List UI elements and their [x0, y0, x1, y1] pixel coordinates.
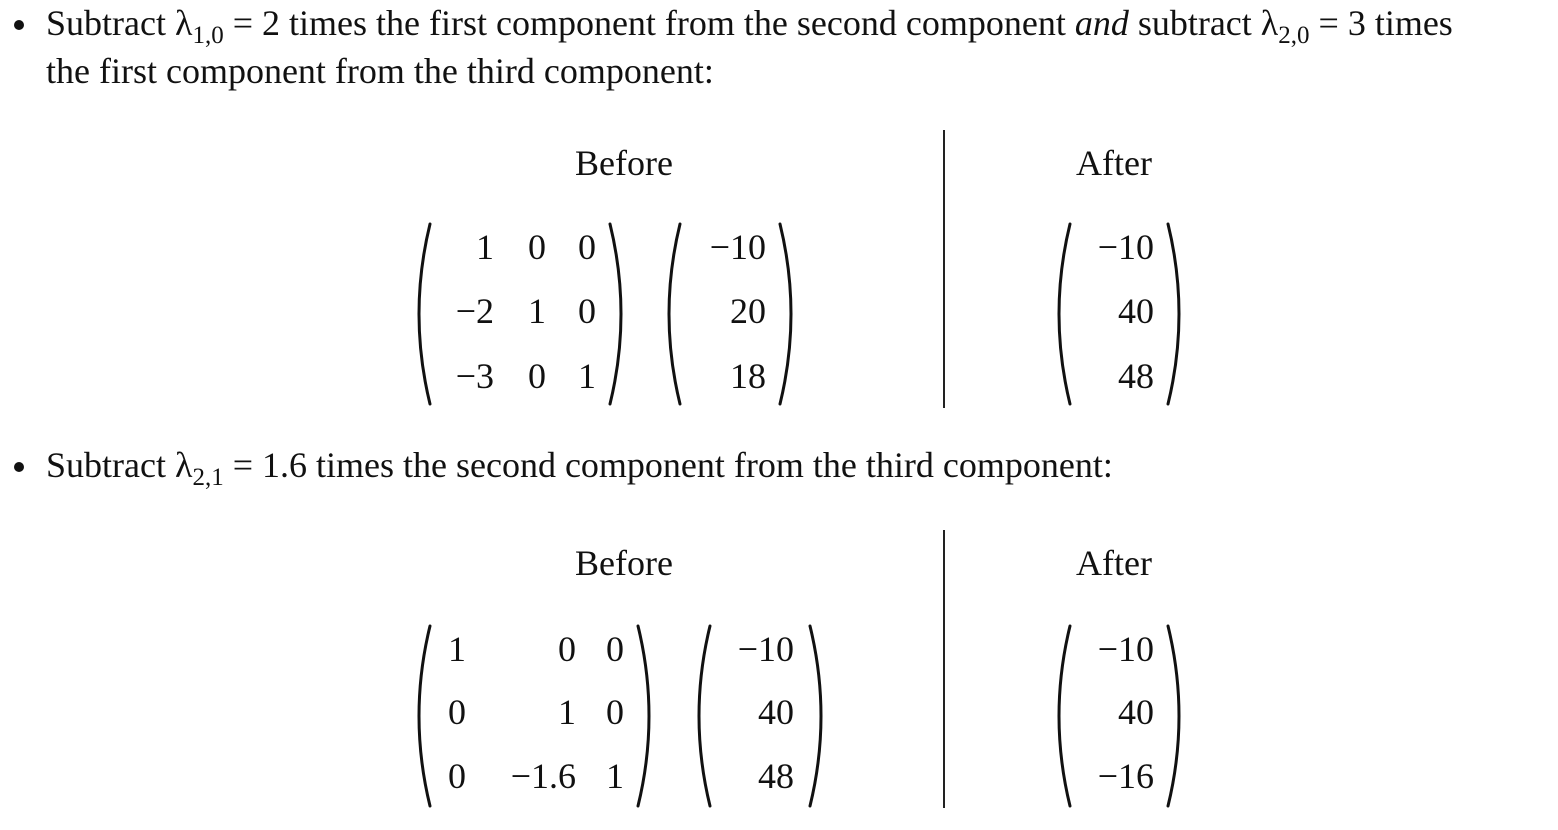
- step2-matrix-cell: 0: [558, 629, 576, 669]
- bullet-1: [14, 20, 24, 30]
- step1-vector-after-cell: −10: [1097, 227, 1154, 267]
- lambda-symbol: λ: [174, 3, 193, 43]
- step2-vector-after-cell: 40: [1118, 692, 1154, 732]
- step2-divider: [943, 530, 945, 808]
- step1-matrix-left-paren: [417, 222, 432, 406]
- lambda-symbol: λ: [174, 445, 193, 485]
- step1-and-word: and: [1074, 3, 1129, 43]
- step1-matrix-cell: 1: [476, 227, 494, 267]
- step2-vector-before-cell: 40: [758, 692, 794, 732]
- step1-text-b: = 2 times the first component from the s…: [223, 3, 1075, 43]
- step2-matrix-cell: 1: [558, 692, 576, 732]
- step1-matrix-right-paren: [608, 222, 623, 406]
- step2-matrix-cell: 0: [448, 756, 466, 796]
- step2-vector-before-cell: 48: [758, 756, 794, 796]
- lambda-subscript-2-1: 2,1: [192, 464, 224, 491]
- step2-vector-before-right-paren: [808, 624, 823, 808]
- step1-vector-after-right-paren: [1166, 222, 1181, 406]
- step2-matrix-cell: 1: [606, 756, 624, 796]
- step1-after-label: After: [1076, 143, 1152, 183]
- step1-text-a: Subtract: [46, 3, 175, 43]
- lambda-subscript-2-0: 2,0: [1278, 22, 1310, 49]
- step2-vector-before-cell: −10: [737, 629, 794, 669]
- step1-vector-after-cell: 48: [1118, 356, 1154, 396]
- step2-matrix-cell: −1.6: [510, 756, 576, 796]
- lambda-subscript-1-0: 1,0: [192, 22, 224, 49]
- step1-vector-before-cell: 20: [730, 291, 766, 331]
- step2-before-label: Before: [575, 543, 673, 583]
- step2-matrix-right-paren: [636, 624, 651, 808]
- step1-vector-after-left-paren: [1057, 222, 1072, 406]
- step1-matrix-cell: 1: [528, 291, 546, 331]
- step1-matrix-cell: −3: [455, 356, 494, 396]
- step1-matrix-cell: 0: [528, 227, 546, 267]
- bullet-2: [14, 462, 24, 472]
- step1-matrix-cell: −2: [455, 291, 494, 331]
- step1-vector-after-cell: 40: [1118, 291, 1154, 331]
- step2-matrix-cell: 0: [606, 692, 624, 732]
- step2-matrix-cell: 0: [606, 629, 624, 669]
- step1-vector-before-right-paren: [778, 222, 793, 406]
- step1-vector-before-left-paren: [667, 222, 682, 406]
- step2-matrix-cell: 1: [448, 629, 466, 669]
- step1-matrix-cell: 0: [578, 227, 596, 267]
- step2-text-a: Subtract: [46, 445, 175, 485]
- step2-vector-before-left-paren: [697, 624, 712, 808]
- step1-matrix-cell: 0: [528, 356, 546, 396]
- step2-vector-after-left-paren: [1057, 624, 1072, 808]
- step1-text-c: subtract: [1128, 3, 1261, 43]
- step2-vector-after-cell: −16: [1097, 756, 1154, 796]
- step1-vector-before-cell: 18: [730, 356, 766, 396]
- step1-text-d: = 3 times: [1309, 3, 1453, 43]
- step2-after-label: After: [1076, 543, 1152, 583]
- step2-matrix-cell: 0: [448, 692, 466, 732]
- step2-paragraph: Subtract λ2,1 = 1.6 times the second com…: [46, 442, 1113, 501]
- step2-vector-after-cell: −10: [1097, 629, 1154, 669]
- step1-matrix-cell: 0: [578, 291, 596, 331]
- step1-vector-before-cell: −10: [709, 227, 766, 267]
- step2-text-b: = 1.6 times the second component from th…: [223, 445, 1113, 485]
- step1-matrix-cell: 1: [578, 356, 596, 396]
- step1-before-label: Before: [575, 143, 673, 183]
- step2-vector-after-right-paren: [1166, 624, 1181, 808]
- lambda-symbol: λ: [1260, 3, 1279, 43]
- step1-divider: [943, 130, 945, 408]
- step1-paragraph-line2: the first component from the third compo…: [46, 51, 714, 91]
